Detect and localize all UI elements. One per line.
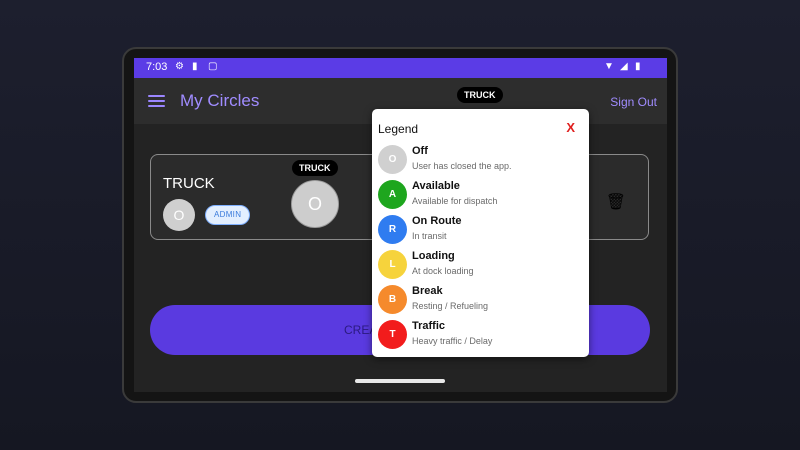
- status-dot: B: [378, 285, 407, 314]
- member-marker[interactable]: O: [291, 180, 339, 228]
- status-dot: A: [378, 180, 407, 209]
- status-dot: R: [378, 215, 407, 244]
- trash-icon[interactable]: 🗑: [606, 192, 626, 212]
- legend-item-available: A Available Available for dispatch: [378, 178, 578, 211]
- legend-item-traffic: T Traffic Heavy traffic / Delay: [378, 318, 578, 351]
- legend-item-desc: In transit: [412, 231, 447, 241]
- settings-status-icon: ⚙: [175, 61, 184, 72]
- status-dot: O: [378, 145, 407, 174]
- legend-item-name: Available: [412, 180, 460, 192]
- legend-item-desc: Heavy traffic / Delay: [412, 336, 493, 346]
- role-badge: ADMIN: [205, 205, 251, 225]
- status-dot: T: [378, 320, 407, 349]
- legend-dialog: Legend X O Off User has closed the app. …: [372, 109, 589, 357]
- status-bar: 7:03 ⚙ ▮ ▢ ▼ ◢ ▮: [134, 58, 667, 78]
- close-button[interactable]: X: [566, 120, 575, 135]
- legend-item-desc: At dock loading: [412, 266, 474, 276]
- sign-out-button[interactable]: Sign Out: [610, 95, 657, 109]
- status-time: 7:03: [146, 61, 168, 73]
- legend-item-off: O Off User has closed the app.: [378, 143, 578, 176]
- legend-item-name: Loading: [412, 250, 455, 262]
- sim-status-icon: ▮: [192, 61, 198, 72]
- wifi-icon: ▼: [604, 61, 614, 72]
- legend-item-name: Break: [412, 285, 443, 297]
- battery-icon: ▮: [635, 61, 641, 72]
- avatar: O: [163, 199, 195, 231]
- signal-icon: ◢: [620, 61, 628, 72]
- status-dot: L: [378, 250, 407, 279]
- home-indicator: [355, 379, 445, 383]
- circle-name: TRUCK: [163, 175, 215, 192]
- legend-item-desc: User has closed the app.: [412, 161, 512, 171]
- legend-item-name: On Route: [412, 215, 462, 227]
- legend-item-name: Off: [412, 145, 428, 157]
- legend-item-desc: Available for dispatch: [412, 196, 498, 206]
- legend-item-on-route: R On Route In transit: [378, 213, 578, 246]
- legend-item-name: Traffic: [412, 320, 446, 332]
- legend-item-break: B Break Resting / Refueling: [378, 283, 578, 316]
- legend-item-loading: L Loading At dock loading: [378, 248, 578, 281]
- hamburger-menu-icon[interactable]: [148, 95, 165, 107]
- legend-item-desc: Resting / Refueling: [412, 301, 489, 311]
- map-truck-label: TRUCK: [457, 87, 503, 103]
- member-marker-label: TRUCK: [292, 160, 338, 176]
- page-title: My Circles: [180, 91, 260, 110]
- screenshot-status-icon: ▢: [208, 61, 218, 72]
- legend-title: Legend: [378, 122, 419, 136]
